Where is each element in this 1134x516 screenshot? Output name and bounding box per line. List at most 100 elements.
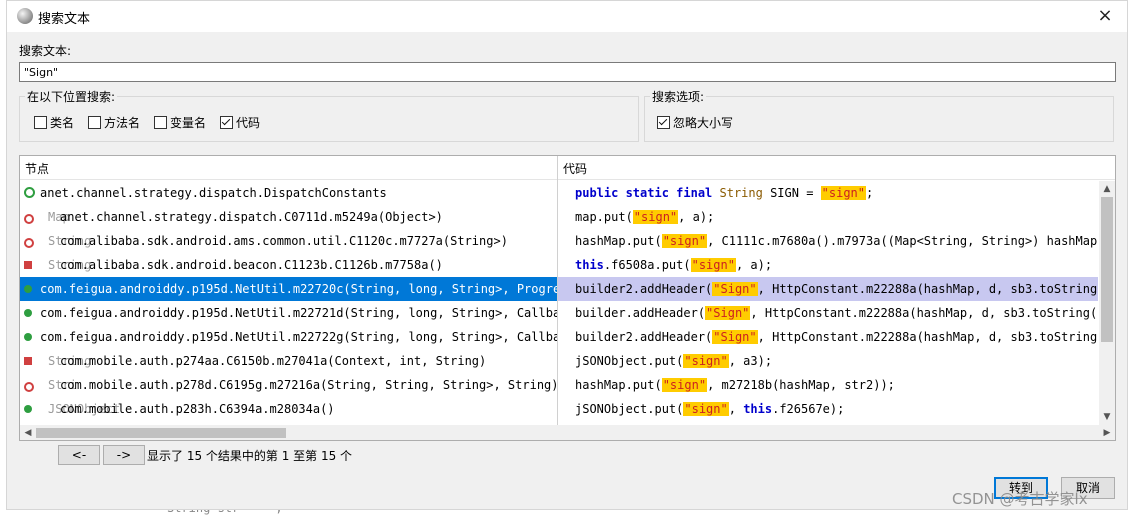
result-row-node[interactable]: com.alibaba.sdk.android.beacon.C1123b.C1…	[20, 253, 557, 277]
code-token: jSONObject.put(	[575, 354, 684, 368]
code-token: builder2.addHeader(	[575, 330, 713, 344]
code-token: hashMap.put(	[575, 234, 662, 248]
result-row-code[interactable]: builder2.addHeader("Sign", HttpConstant.…	[558, 325, 1098, 349]
column-header-code[interactable]: 代码	[558, 156, 1115, 180]
search-options-title: 搜索选项:	[650, 88, 707, 105]
search-options-group: 搜索选项: 忽略大小写	[644, 88, 1114, 142]
result-node-text: com.alibaba.sdk.android.beacon.C1123b.C1…	[60, 258, 443, 272]
code-token: , HttpConstant.m22288a(hashMap, d, sb3.t…	[757, 282, 1098, 296]
result-node-text: anet.channel.strategy.dispatch.C0711d.m5…	[60, 210, 443, 224]
result-row-code[interactable]: hashMap.put("sign", C1111c.m7680a().m797…	[558, 229, 1098, 253]
scroll-left-icon[interactable]: ◀	[20, 425, 36, 440]
result-node-text: com.feigua.androiddy.p195d.NetUtil.m2272…	[40, 282, 557, 296]
checkbox-ignore-case[interactable]: 忽略大小写	[657, 114, 733, 131]
search-input[interactable]	[19, 62, 1116, 82]
search-location-title: 在以下位置搜索:	[25, 88, 118, 105]
match-highlight: "sign"	[683, 354, 729, 368]
code-token: jSONObject.put(	[575, 402, 684, 416]
result-row-code[interactable]: map.put("sign", a);	[558, 205, 1098, 229]
app-icon	[17, 8, 33, 24]
scroll-thumb[interactable]	[1101, 197, 1113, 342]
checkbox-box-checked[interactable]	[220, 116, 233, 129]
result-row-node[interactable]: com.alibaba.sdk.android.ams.common.util.…	[20, 229, 557, 253]
result-node-line: anet.channel.strategy.dispatch.C0711d.m5…	[40, 205, 443, 229]
checkbox-label: 类名	[50, 116, 75, 130]
match-highlight: "sign"	[683, 402, 729, 416]
checkbox-class-name[interactable]: 类名	[34, 114, 74, 131]
window-title: 搜索文本	[38, 12, 91, 27]
code-token: , m27218b(hashMap, str2));	[707, 378, 895, 392]
result-row-node[interactable]: com.mobile.auth.p274aa.C6150b.m27041a(Co…	[20, 349, 557, 373]
checkbox-label: 代码	[236, 116, 261, 130]
checkbox-method-name[interactable]: 方法名	[88, 114, 140, 131]
match-highlight: "Sign"	[712, 282, 758, 296]
checkbox-code[interactable]: 代码	[220, 114, 260, 131]
scroll-down-icon[interactable]: ▼	[1099, 409, 1115, 425]
public-method-icon	[24, 405, 32, 413]
checkbox-box[interactable]	[154, 116, 167, 129]
result-row-node[interactable]: com.feigua.androiddy.p195d.NetUtil.m2272…	[20, 277, 557, 301]
result-node-line: com.alibaba.sdk.android.beacon.C1123b.C1…	[40, 253, 443, 277]
result-row-node[interactable]: anet.channel.strategy.dispatch.DispatchC…	[20, 181, 557, 205]
code-token: SIGN =	[770, 186, 821, 200]
checkbox-box[interactable]	[34, 116, 47, 129]
match-highlight: "sign"	[820, 186, 867, 200]
close-icon[interactable]: ×	[1093, 4, 1117, 28]
scroll-up-icon[interactable]: ▲	[1099, 181, 1115, 197]
result-row-node[interactable]: com.mobile.auth.p278d.C6195g.m27216a(Str…	[20, 373, 557, 397]
result-row-code[interactable]: this.f6508a.put("sign", a);	[558, 253, 1098, 277]
checkbox-variable-name[interactable]: 变量名	[154, 114, 206, 131]
result-node-text: com.mobile.auth.p278d.C6195g.m27216a(Str…	[60, 378, 557, 392]
code-token: this	[743, 402, 773, 416]
code-token: , C1111c.m7680a().m7973a((Map<String, St…	[707, 234, 1098, 248]
next-page-button[interactable]: ->	[103, 445, 145, 465]
column-header-node[interactable]: 节点	[20, 156, 557, 180]
public-method-icon	[24, 285, 32, 293]
checkbox-box[interactable]	[88, 116, 101, 129]
code-token: , HttpConstant.m22288a(hashMap, d, sb3.t…	[750, 306, 1098, 320]
horizontal-scrollbar[interactable]: ◀ ▶	[20, 425, 1115, 440]
method-icon	[24, 238, 34, 248]
result-row-node[interactable]: com.mobile.auth.p283h.C6394a.m28034a() J…	[20, 397, 557, 421]
checkbox-label: 变量名	[170, 116, 207, 130]
result-row-code[interactable]: jSONObject.put("sign", a3);	[558, 349, 1098, 373]
result-node-line: com.mobile.auth.p274aa.C6150b.m27041a(Co…	[40, 349, 486, 373]
code-token: String	[719, 186, 771, 200]
result-row-code[interactable]: public static final String SIGN = "sign"…	[558, 181, 1098, 205]
result-row-code[interactable]: builder2.addHeader("Sign", HttpConstant.…	[558, 277, 1098, 301]
result-node-text: com.mobile.auth.p274aa.C6150b.m27041a(Co…	[60, 354, 487, 368]
result-node-text: com.mobile.auth.p283h.C6394a.m28034a()	[60, 402, 335, 416]
prev-page-button[interactable]: <-	[58, 445, 100, 465]
public-method-icon	[24, 309, 32, 317]
result-node-line: com.mobile.auth.p283h.C6394a.m28034a() J…	[40, 397, 335, 421]
result-node-text: anet.channel.strategy.dispatch.DispatchC…	[40, 186, 387, 200]
scroll-thumb[interactable]	[36, 428, 286, 438]
match-highlight: "Sign"	[712, 330, 758, 344]
code-token: , a);	[735, 258, 773, 272]
result-row-node[interactable]: com.feigua.androiddy.p195d.NetUtil.m2272…	[20, 301, 557, 325]
code-token: builder.addHeader(	[575, 306, 706, 320]
title-bar: 搜索文本 ×	[7, 1, 1127, 32]
results-table: 节点 代码 anet.channel.strategy.dispatch.Dis…	[19, 155, 1116, 441]
private-method-icon	[24, 357, 32, 365]
code-token: .f6508a.put(	[603, 258, 691, 272]
public-method-icon	[24, 333, 32, 341]
result-row-node[interactable]: anet.channel.strategy.dispatch.C0711d.m5…	[20, 205, 557, 229]
code-token: hashMap.put(	[575, 378, 662, 392]
result-row-code[interactable]: hashMap.put("sign", m27218b(hashMap, str…	[558, 373, 1098, 397]
result-row-code[interactable]: jSONObject.put("sign", this.f26567e);	[558, 397, 1098, 421]
search-text-dialog: 搜索文本 × 搜索文本: 在以下位置搜索: 类名 方法名 变量名 代码 搜索选项…	[6, 0, 1128, 510]
scroll-right-icon[interactable]: ▶	[1099, 425, 1115, 440]
method-icon	[24, 214, 34, 224]
results-status: 显示了 15 个结果中的第 1 至第 15 个	[147, 449, 353, 463]
checkbox-box-checked[interactable]	[657, 116, 670, 129]
search-label: 搜索文本:	[19, 44, 72, 58]
match-highlight: "Sign"	[705, 306, 751, 320]
vertical-scrollbar[interactable]: ▲ ▼	[1099, 181, 1115, 425]
match-highlight: "sign"	[690, 258, 736, 272]
result-row-code[interactable]: builder.addHeader("Sign", HttpConstant.m…	[558, 301, 1098, 325]
code-token: builder2.addHeader(	[575, 282, 713, 296]
result-row-node[interactable]: com.feigua.androiddy.p195d.NetUtil.m2272…	[20, 325, 557, 349]
code-token: , a);	[678, 210, 715, 224]
checkbox-label: 方法名	[104, 116, 141, 130]
